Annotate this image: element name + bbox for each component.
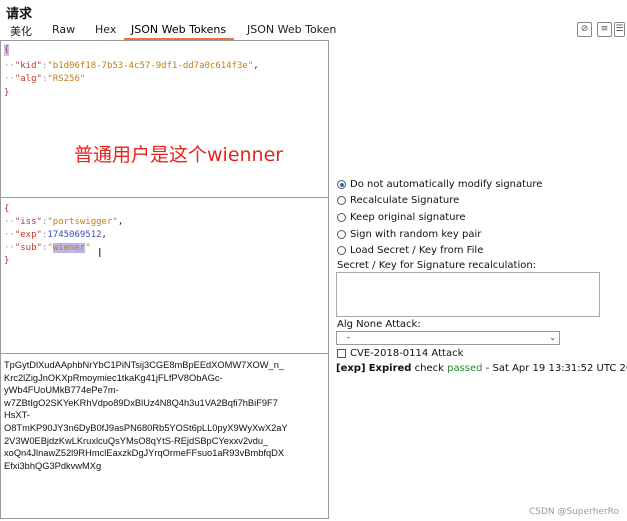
indent-dots: ··	[4, 217, 15, 227]
tab-bar: 美化 Raw Hex JSON Web Tokens JSON Web Toke…	[0, 21, 627, 41]
payload-open-brace: {	[4, 204, 10, 214]
tab-json-web-tokens[interactable]: JSON Web Tokens	[131, 23, 226, 36]
value-sub-selected[interactable]: wiener	[52, 243, 86, 253]
token-line: yWb4FUoUMkB774ePe7m-	[4, 385, 119, 396]
wrap-icon[interactable]: ≡	[597, 22, 612, 37]
option-label: Keep original signature	[350, 212, 466, 223]
comma: ,	[101, 230, 107, 240]
payload-line-iss: ··"iss":"portswigger",	[4, 216, 123, 228]
request-title: 请求	[6, 7, 33, 22]
token-line: O8TmKP90JY3n6DyB0fJ9asPN680Rb5YOSt6pLL0p…	[4, 422, 288, 433]
menu-icon[interactable]: ☰	[614, 22, 625, 37]
token-line: 2V3W0EBjdzKwLKruxlcuQsYMsO8qYtS-REjdSBpC…	[4, 435, 269, 446]
tab-json-web-token[interactable]: JSON Web Token	[247, 23, 336, 36]
exp-status: [exp] Expired check passed - Sat Apr 19 …	[336, 363, 627, 374]
indent-dots: ··	[4, 74, 15, 84]
secret-textarea[interactable]	[336, 272, 600, 317]
hide-icon[interactable]: ⊘	[577, 22, 592, 37]
annotation-text: 普通用户是这个wienner	[74, 144, 284, 166]
payload-line-sub: ··"sub":"wiener"	[4, 242, 91, 254]
option-recalculate[interactable]: Recalculate Signature	[337, 195, 459, 206]
token-line: HsXT-	[4, 410, 30, 421]
cve-option[interactable]: CVE-2018-0114 Attack	[337, 348, 463, 359]
payload-line-exp: ··"exp":1745069512,	[4, 229, 107, 241]
alg-none-label: Alg None Attack:	[337, 319, 421, 330]
tab-pretty[interactable]: 美化	[10, 23, 32, 39]
indent-dots: ··	[4, 230, 15, 240]
token-line: Efxi3bhQG3PdkvwMXg	[4, 460, 102, 471]
radio-icon[interactable]	[337, 246, 346, 255]
option-do-not-modify[interactable]: Do not automatically modify signature	[337, 179, 542, 190]
token-line: TpGytDlXudAAphbNrYbC1PiNTsij3CGE8mBpEEdX…	[4, 360, 285, 370]
tab-raw[interactable]: Raw	[52, 23, 75, 36]
checkbox-icon[interactable]	[337, 349, 346, 358]
key-sub: "sub"	[14, 243, 42, 253]
value-sub-quote-close: "	[85, 243, 91, 253]
tab-hex[interactable]: Hex	[95, 23, 116, 36]
option-keep-original[interactable]: Keep original signature	[337, 212, 466, 223]
header-close-brace: }	[4, 88, 10, 98]
comma: ,	[117, 217, 124, 227]
option-label: Do not automatically modify signature	[350, 179, 543, 190]
key-alg: "alg"	[14, 74, 42, 84]
jwt-header-pane[interactable]: { ··"kid":"b1d06f18-7b53-4c57-9df1-dd7a0…	[0, 40, 329, 198]
token-line: w7ZBtIgO2SKYeKRhVdpo89DxBlUz4N8Q4h3u1VA2…	[4, 397, 278, 408]
radio-selected-icon[interactable]	[337, 180, 346, 189]
key-iss: "iss"	[14, 217, 42, 227]
value-kid: "b1d06f18-7b53-4c57-9df1-dd7a0c614f3e"	[47, 61, 254, 71]
cve-label: CVE-2018-0114 Attack	[350, 348, 464, 359]
radio-icon[interactable]	[337, 196, 346, 205]
signature-text: TpGytDlXudAAphbNrYbC1PiNTsij3CGE8mBpEEdX…	[4, 359, 324, 472]
status-check: check	[414, 363, 444, 374]
header-line-kid: ··"kid":"b1d06f18-7b53-4c57-9df1-dd7a0c6…	[4, 60, 259, 72]
token-line: Krc2lZigJnOKXpRmoymiec1tkaKg41jFLfPV8ObA…	[4, 372, 223, 383]
radio-icon[interactable]	[337, 213, 346, 222]
secret-label: Secret / Key for Signature recalculation…	[337, 260, 537, 271]
status-date: - Sat Apr 19 13:31:52 UTC 2025	[485, 363, 627, 374]
header-open-brace: {	[4, 44, 10, 56]
value-alg: "RS256"	[47, 74, 86, 84]
option-load-secret[interactable]: Load Secret / Key from File	[337, 245, 483, 256]
jwt-payload-pane[interactable]: { ··"iss":"portswigger", ··"exp":1745069…	[0, 197, 329, 354]
option-label: Load Secret / Key from File	[350, 245, 484, 256]
payload-close-brace: }	[4, 256, 10, 266]
token-line: xoQn4JlnawZ52l9RHmclEaxzkDgJYrqOrmeFFsuo…	[4, 448, 285, 459]
key-exp: "exp"	[14, 230, 42, 240]
alg-none-value: -	[347, 333, 351, 343]
option-label: Sign with random key pair	[350, 229, 482, 240]
value-iss: "portswigger"	[47, 217, 118, 227]
option-random-key[interactable]: Sign with random key pair	[337, 229, 481, 240]
value-sub-quote-open: "	[47, 243, 53, 253]
indent-dots: ··	[4, 61, 15, 71]
value-exp: 1745069512	[47, 230, 102, 240]
header-line-alg: ··"alg":"RS256"	[4, 73, 85, 85]
status-expired: Expired	[368, 363, 412, 374]
watermark: CSDN @SuperherRo	[528, 507, 619, 517]
text-cursor-icon: I	[98, 246, 102, 260]
alg-none-select[interactable]: - ⌄	[336, 331, 560, 345]
chevron-down-icon: ⌄	[549, 333, 556, 342]
status-tag: [exp]	[336, 363, 366, 374]
indent-dots: ··	[4, 243, 15, 253]
radio-icon[interactable]	[337, 230, 346, 239]
key-kid: "kid"	[14, 61, 42, 71]
comma: ,	[253, 61, 259, 71]
status-passed: passed	[447, 363, 483, 374]
option-label: Recalculate Signature	[350, 195, 460, 206]
